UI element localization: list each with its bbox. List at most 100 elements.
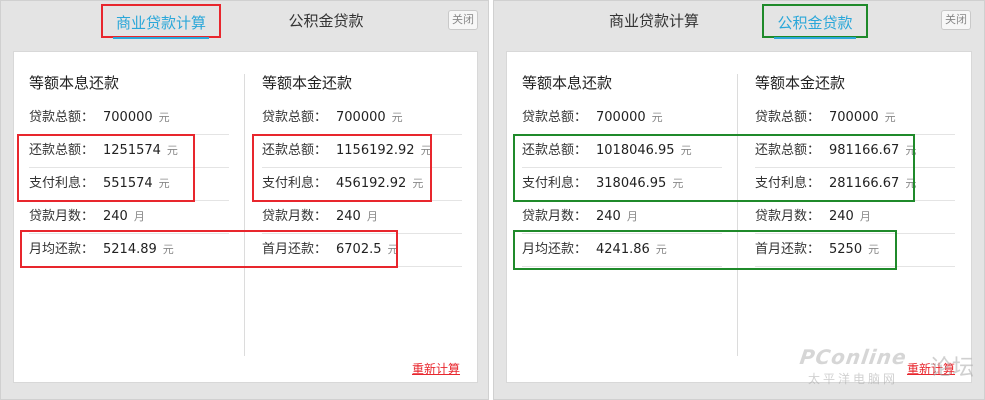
row-label: 贷款总额： — [755, 110, 821, 125]
repayment-total-row: 还款总额： 1251574 元 — [29, 135, 229, 168]
interest-row: 支付利息： 281166.67 元 — [755, 168, 955, 201]
row-value: 240 — [103, 209, 128, 224]
interest-row: 支付利息： 456192.92 元 — [262, 168, 462, 201]
tab-label: 公积金贷款 — [777, 14, 853, 32]
tab-bar: 商业贷款计算 公积金贷款 关闭 — [494, 1, 984, 41]
result-card: 等额本息还款 贷款总额： 700000 元 还款总额： 1251574 元 支付利息： 5… — [13, 51, 478, 383]
tab-label: 商业贷款计算 — [608, 12, 699, 30]
loan-total-row: 贷款总额： 700000 元 — [755, 102, 955, 135]
row-label: 贷款月数： — [29, 209, 95, 224]
row-unit: 月 — [859, 210, 871, 223]
repayment-total-row: 还款总额： 981166.67 元 — [755, 135, 955, 168]
row-unit: 元 — [905, 177, 917, 190]
row-value: 700000 — [829, 110, 879, 125]
equal-principal-column: 等额本金还款 贷款总额： 700000 元 还款总额： 1156192.92 元 支付利… — [262, 72, 462, 267]
row-unit: 元 — [158, 111, 170, 124]
row-value: 456192.92 — [336, 176, 407, 191]
row-value: 981166.67 — [829, 143, 900, 158]
commercial-loan-panel: 商业贷款计算 公积金贷款 关闭 等额本息还款 贷款总额： 700000 元 还款总额… — [0, 0, 489, 400]
row-unit: 月 — [366, 210, 378, 223]
row-value: 6702.5 — [336, 242, 382, 257]
column-title: 等额本金还款 — [262, 74, 353, 92]
active-tab-underline — [774, 37, 856, 39]
row-value: 240 — [829, 209, 854, 224]
tab-provident-fund-loan[interactable]: 公积金贷款 — [276, 4, 376, 38]
row-value: 551574 — [103, 176, 153, 191]
row-value: 1156192.92 — [336, 143, 415, 158]
row-label: 首月还款： — [755, 242, 821, 257]
row-label: 还款总额： — [522, 143, 588, 158]
result-card: 等额本息还款 贷款总额： 700000 元 还款总额： 1018046.95 元 支付利… — [506, 51, 972, 383]
tab-provident-fund-loan[interactable]: 公积金贷款 — [762, 4, 868, 39]
equal-principal-column: 等额本金还款 贷款总额： 700000 元 还款总额： 981166.67 元 支付利息… — [755, 72, 955, 267]
row-value: 1251574 — [103, 143, 161, 158]
row-value: 281166.67 — [829, 176, 900, 191]
row-label: 还款总额： — [262, 143, 328, 158]
row-value: 5214.89 — [103, 242, 157, 257]
monthly-payment-row: 月均还款： 5214.89 元 — [29, 234, 229, 267]
row-label: 贷款总额： — [262, 110, 328, 125]
first-month-payment-row: 首月还款： 5250 元 — [755, 234, 955, 267]
row-value: 4241.86 — [596, 242, 650, 257]
row-unit: 元 — [884, 111, 896, 124]
provident-fund-panel: 商业贷款计算 公积金贷款 关闭 等额本息还款 贷款总额： 700000 元 还款总额… — [493, 0, 985, 400]
row-value: 240 — [596, 209, 621, 224]
column-divider — [737, 74, 738, 356]
loan-months-row: 贷款月数： 240 月 — [522, 201, 722, 234]
row-label: 贷款月数： — [522, 209, 588, 224]
row-unit: 元 — [905, 144, 917, 157]
column-divider — [244, 74, 245, 356]
row-unit: 元 — [412, 177, 424, 190]
close-button[interactable]: 关闭 — [941, 10, 971, 30]
active-tab-underline — [113, 37, 209, 39]
interest-row: 支付利息： 551574 元 — [29, 168, 229, 201]
row-value: 5250 — [829, 242, 863, 257]
row-label: 支付利息： — [262, 176, 328, 191]
close-button[interactable]: 关闭 — [448, 10, 478, 30]
monthly-payment-row: 月均还款： 4241.86 元 — [522, 234, 722, 267]
row-label: 贷款总额： — [522, 110, 588, 125]
row-value: 700000 — [336, 110, 386, 125]
repayment-total-row: 还款总额： 1156192.92 元 — [262, 135, 462, 168]
forum-watermark: 论坛 — [930, 356, 975, 381]
row-value: 700000 — [596, 110, 646, 125]
loan-total-row: 贷款总额： 700000 元 — [29, 102, 229, 135]
row-unit: 元 — [868, 243, 880, 256]
row-unit: 元 — [672, 177, 684, 190]
repayment-total-row: 还款总额： 1018046.95 元 — [522, 135, 722, 168]
row-unit: 元 — [387, 243, 399, 256]
row-value: 318046.95 — [596, 176, 667, 191]
first-month-payment-row: 首月还款： 6702.5 元 — [262, 234, 462, 267]
row-unit: 元 — [680, 144, 692, 157]
column-title: 等额本息还款 — [29, 74, 120, 92]
row-label: 支付利息： — [755, 176, 821, 191]
row-unit: 元 — [391, 111, 403, 124]
row-label: 月均还款： — [522, 242, 588, 257]
row-unit: 元 — [166, 144, 178, 157]
tab-commercial-loan[interactable]: 商业贷款计算 — [101, 4, 221, 39]
row-label: 贷款月数： — [755, 209, 821, 224]
loan-months-row: 贷款月数： 240 月 — [29, 201, 229, 234]
equal-installment-column: 等额本息还款 贷款总额： 700000 元 还款总额： 1251574 元 支付利息： 5… — [29, 72, 229, 267]
row-value: 700000 — [103, 110, 153, 125]
row-value: 240 — [336, 209, 361, 224]
column-title: 等额本金还款 — [755, 74, 846, 92]
row-label: 还款总额： — [29, 143, 95, 158]
row-label: 支付利息： — [29, 176, 95, 191]
row-unit: 元 — [158, 177, 170, 190]
tab-commercial-loan[interactable]: 商业贷款计算 — [594, 4, 714, 38]
recalculate-link[interactable]: 重新计算 — [412, 360, 460, 377]
row-unit: 元 — [420, 144, 432, 157]
row-value: 1018046.95 — [596, 143, 675, 158]
row-label: 支付利息： — [522, 176, 588, 191]
pconline-watermark: PConline — [798, 345, 909, 369]
interest-row: 支付利息： 318046.95 元 — [522, 168, 722, 201]
watermark-subtitle: 太平洋电脑网 — [808, 372, 899, 386]
row-label: 贷款月数： — [262, 209, 328, 224]
tab-label: 公积金贷款 — [288, 12, 364, 30]
loan-total-row: 贷款总额： 700000 元 — [262, 102, 462, 135]
row-label: 首月还款： — [262, 242, 328, 257]
loan-months-row: 贷款月数： 240 月 — [755, 201, 955, 234]
loan-months-row: 贷款月数： 240 月 — [262, 201, 462, 234]
tab-bar: 商业贷款计算 公积金贷款 关闭 — [1, 1, 488, 41]
